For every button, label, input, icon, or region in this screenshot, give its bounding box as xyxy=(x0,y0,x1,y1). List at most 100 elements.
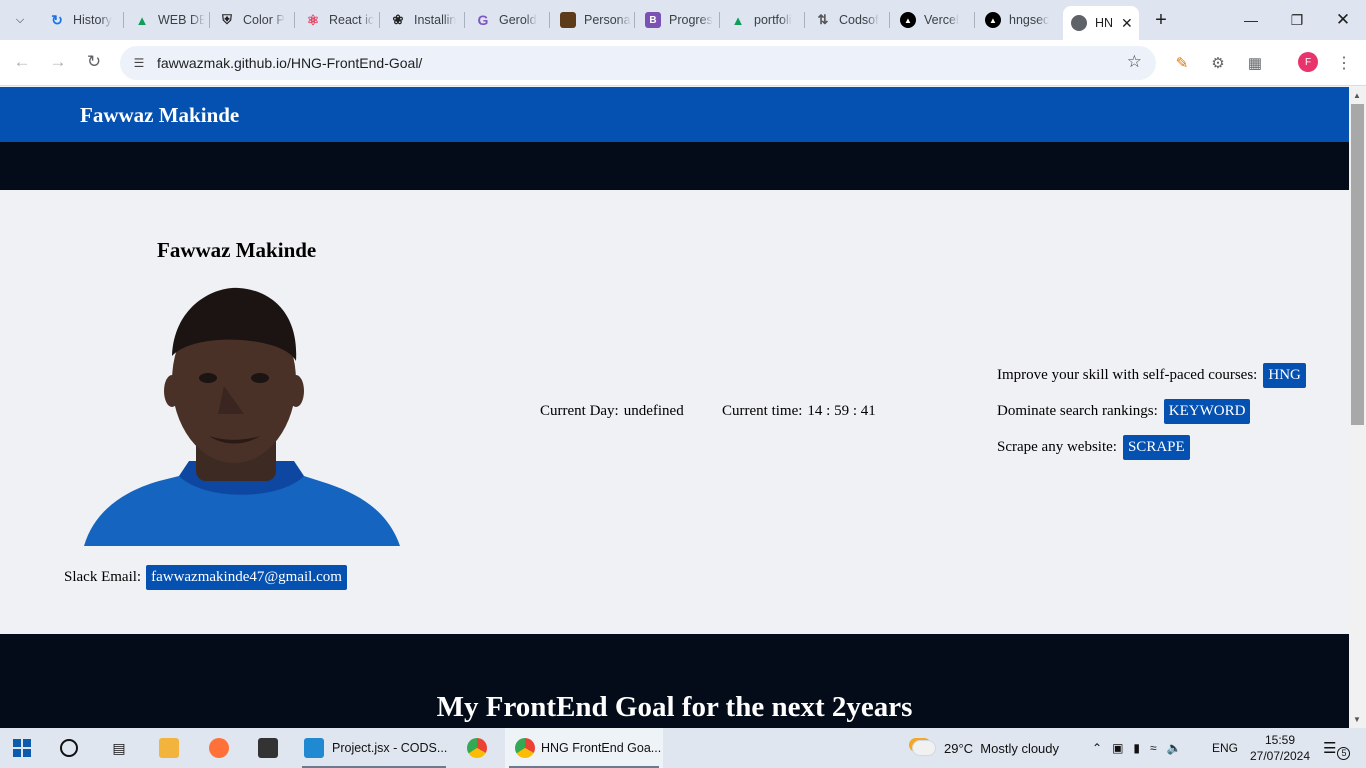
cloudy-weather-icon xyxy=(912,740,936,756)
notification-center-button[interactable]: ☰ 5 xyxy=(1323,728,1351,768)
chrome-icon xyxy=(515,738,535,758)
drive-icon: ▲ xyxy=(135,12,149,28)
g-icon: G xyxy=(477,12,489,28)
system-tray-icons[interactable]: ⌃ ▣ ▮ ≈ 🔈 xyxy=(1092,728,1182,768)
windows-taskbar: ▤ Project.jsx - CODS... HNG FrontEnd Goa… xyxy=(0,728,1366,768)
taskbar-clock[interactable]: 15:59 27/07/2024 xyxy=(1245,732,1315,764)
tab-label: Persona xyxy=(584,13,631,27)
tab-gerold[interactable]: G Gerold xyxy=(466,6,546,34)
cta-scrape-text: Scrape any website: xyxy=(997,439,1117,455)
tab-history[interactable]: ↻ History xyxy=(40,6,120,34)
file-explorer-button[interactable] xyxy=(159,728,179,768)
taskbar-chrome-window[interactable]: HNG FrontEnd Goa... xyxy=(505,728,663,768)
openai-icon: ❀ xyxy=(392,12,404,27)
close-tab-icon[interactable]: ✕ xyxy=(1121,15,1133,32)
tab-label: Gerold xyxy=(499,13,537,27)
slack-email-value[interactable]: fawwazmakinde47@gmail.com xyxy=(146,565,347,590)
chevron-down-icon: ⌵ xyxy=(15,13,25,26)
bootstrap-icon: B xyxy=(645,12,661,28)
reload-button[interactable]: ↻ xyxy=(80,48,108,76)
current-day: Current Day: undefined xyxy=(540,403,684,420)
url-text[interactable]: fawwazmak.github.io/HNG-FrontEnd-Goal/ xyxy=(157,55,422,71)
clapperboard-icon xyxy=(258,738,278,758)
tab-color-p[interactable]: ⛨ Color P xyxy=(210,6,290,34)
scrape-button[interactable]: SCRAPE xyxy=(1122,435,1190,460)
meet-now-icon[interactable]: ▣ xyxy=(1112,741,1123,755)
wifi-icon[interactable]: ≈ xyxy=(1150,741,1157,755)
tab-installing[interactable]: ❀ Installin xyxy=(381,6,461,34)
notification-count: 5 xyxy=(1337,746,1351,760)
taskbar-vscode[interactable]: Project.jsx - CODS... xyxy=(298,728,450,768)
vercel-icon: ▲ xyxy=(985,12,1001,28)
slack-email-row: Slack Email: fawwazmakinde47@gmail.com xyxy=(64,565,347,590)
chevron-up-icon[interactable]: ⌃ xyxy=(1092,741,1102,755)
cta-courses-text: Improve your skill with self-paced cours… xyxy=(997,367,1258,383)
scroll-down-icon[interactable]: ▼ xyxy=(1353,715,1361,724)
current-day-label: Current Day: xyxy=(540,403,619,419)
color-picker-extension-icon[interactable]: ✎ xyxy=(1171,52,1193,74)
cta-courses: Improve your skill with self-paced cours… xyxy=(997,363,1306,388)
slack-email-label: Slack Email: xyxy=(64,569,142,585)
tab-react-icons[interactable]: ⚛ React ic xyxy=(296,6,376,34)
forward-button[interactable]: → xyxy=(44,48,72,76)
close-window-button[interactable]: ✕ xyxy=(1320,0,1366,40)
tab-strip: ⌵ ↻ History ▲ WEB DE ⛨ Color P ⚛ React i… xyxy=(0,0,1366,40)
scroll-up-icon[interactable]: ▲ xyxy=(1353,91,1361,100)
profile-name: Fawwaz Makinde xyxy=(157,238,317,262)
volume-icon[interactable]: 🔈 xyxy=(1167,741,1182,755)
globe-icon xyxy=(1071,15,1087,31)
bookmark-star-icon[interactable]: ☆ xyxy=(1127,52,1142,72)
tab-persona[interactable]: Persona xyxy=(551,6,631,34)
tab-label: Vercel xyxy=(924,13,959,27)
new-tab-button[interactable]: + xyxy=(1149,8,1173,32)
address-bar[interactable]: ☰ fawwazmak.github.io/HNG-FrontEnd-Goal/… xyxy=(120,46,1156,80)
search-button[interactable] xyxy=(60,728,78,768)
bug-extension-icon[interactable]: ⚙ xyxy=(1207,52,1229,74)
tab-codsoft[interactable]: ⇅ Codsof xyxy=(806,6,886,34)
minimize-button[interactable]: — xyxy=(1228,0,1274,40)
profile-avatar[interactable]: F xyxy=(1298,52,1318,72)
cortana-circle-icon xyxy=(60,739,78,757)
tab-label: HN xyxy=(1095,16,1114,30)
extensions-puzzle-icon[interactable]: ▦ xyxy=(1244,52,1266,74)
tab-label: WEB DE xyxy=(158,13,205,27)
task-view-button[interactable]: ▤ xyxy=(109,728,129,768)
tab-label: Progres xyxy=(669,13,713,27)
tab-vercel[interactable]: ▲ Vercel xyxy=(891,6,971,34)
drive-icon: ▲ xyxy=(731,12,745,28)
browser-toolbar: ← → ↻ ☰ fawwazmak.github.io/HNG-FrontEnd… xyxy=(0,40,1366,86)
scroll-thumb[interactable] xyxy=(1351,104,1364,425)
goal-title: My FrontEnd Goal for the next 2years xyxy=(436,691,913,723)
start-button[interactable] xyxy=(12,728,32,768)
tab-portfolio[interactable]: ▲ portfoli xyxy=(721,6,801,34)
tab-hngsec[interactable]: ▲ hngsec xyxy=(976,6,1056,34)
menu-kebab-icon[interactable]: ⋮ xyxy=(1333,52,1355,74)
site-info-icon[interactable]: ☰ xyxy=(128,52,150,74)
current-time-label: Current time: xyxy=(722,403,803,419)
notification-icon: ☰ xyxy=(1323,740,1337,757)
battery-icon[interactable]: ▮ xyxy=(1133,741,1140,755)
keyword-button[interactable]: KEYWORD xyxy=(1163,399,1251,424)
taskbar-vscode-label: Project.jsx - CODS... xyxy=(332,741,448,755)
tab-active[interactable]: HN ✕ xyxy=(1063,6,1139,40)
cta-keyword: Dominate search rankings: KEYWORD xyxy=(997,399,1251,424)
language-indicator[interactable]: ENG xyxy=(1212,728,1238,768)
restore-button[interactable]: ❐ xyxy=(1274,0,1320,40)
tab-progress[interactable]: B Progres xyxy=(636,6,716,34)
page-viewport: Fawwaz Makinde Fawwaz Makinde Slack Emai… xyxy=(0,87,1349,728)
weather-text: 29°C Mostly cloudy xyxy=(944,740,1060,756)
tab-web-de[interactable]: ▲ WEB DE xyxy=(125,6,205,34)
weather-widget[interactable]: 29°C Mostly cloudy xyxy=(912,728,1059,768)
vercel-icon: ▲ xyxy=(900,12,916,28)
page-scrollbar[interactable]: ▲ ▼ xyxy=(1349,87,1366,728)
history-icon: ↻ xyxy=(51,11,63,28)
hng-button[interactable]: HNG xyxy=(1263,363,1306,388)
tab-search-button[interactable]: ⌵ xyxy=(6,6,34,34)
clapper-app-button[interactable] xyxy=(258,728,278,768)
firefox-button[interactable] xyxy=(209,728,229,768)
sliders-icon: ⇅ xyxy=(817,12,829,27)
tab-label: Color P xyxy=(243,13,285,27)
shield-icon: ⛨ xyxy=(222,12,232,27)
chrome-pinned-button[interactable] xyxy=(467,728,487,768)
back-button[interactable]: ← xyxy=(8,48,36,76)
